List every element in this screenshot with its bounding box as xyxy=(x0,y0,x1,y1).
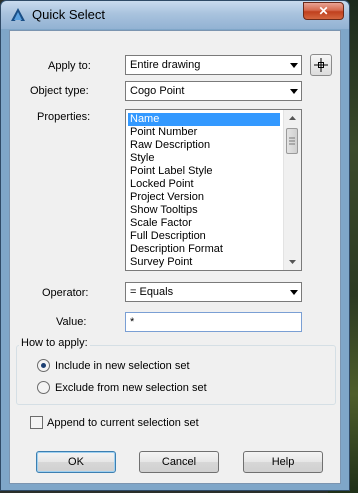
list-item[interactable]: Name xyxy=(128,113,280,126)
apply-to-dropdown[interactable]: Entire drawing xyxy=(125,55,302,75)
operator-label: Operator: xyxy=(42,287,89,299)
include-label[interactable]: Include in new selection set xyxy=(55,360,190,372)
list-item[interactable]: Show Tooltips xyxy=(128,204,198,217)
scroll-up-icon[interactable] xyxy=(284,110,301,126)
quick-select-dialog: Quick Select ✕ Apply to: Entire drawing … xyxy=(0,0,350,491)
list-item[interactable]: Full Description xyxy=(128,230,206,243)
list-item[interactable]: Description Format xyxy=(128,243,223,256)
exclude-radio[interactable] xyxy=(37,381,50,394)
chevron-down-icon xyxy=(290,63,298,68)
scroll-thumb[interactable] xyxy=(286,128,298,154)
operator-value: = Equals xyxy=(130,286,174,298)
grip-icon xyxy=(289,137,295,145)
radio-dot xyxy=(41,363,46,368)
list-item[interactable]: Raw Description xyxy=(128,139,210,152)
value-input[interactable]: * xyxy=(125,312,302,332)
properties-list[interactable]: Name Point Number Raw Description Style … xyxy=(125,109,302,271)
properties-label: Properties: xyxy=(37,111,91,123)
list-item[interactable]: Survey Point xyxy=(128,256,192,269)
list-item[interactable]: Point Number xyxy=(128,126,197,139)
properties-scrollbar[interactable] xyxy=(283,110,301,270)
append-checkbox[interactable] xyxy=(30,416,43,429)
list-item[interactable]: Locked Point xyxy=(128,178,194,191)
scroll-down-icon[interactable] xyxy=(284,254,301,270)
how-to-apply-group xyxy=(16,345,336,405)
exclude-label[interactable]: Exclude from new selection set xyxy=(55,382,207,394)
chevron-down-icon xyxy=(290,290,298,295)
apply-to-label: Apply to: xyxy=(48,60,91,72)
how-to-apply-title: How to apply: xyxy=(19,337,90,349)
help-button[interactable]: Help xyxy=(243,451,323,473)
select-objects-button[interactable] xyxy=(310,54,332,76)
object-type-value: Cogo Point xyxy=(130,85,185,97)
list-item[interactable]: Scale Factor xyxy=(128,217,192,230)
crosshair-select-icon xyxy=(314,58,328,72)
autocad-logo-icon xyxy=(11,8,25,21)
cancel-button[interactable]: Cancel xyxy=(139,451,219,473)
dialog-body: Apply to: Entire drawing Object type: Co… xyxy=(9,30,341,484)
ok-button[interactable]: OK xyxy=(36,451,116,473)
title-bar: Quick Select ✕ xyxy=(1,1,349,29)
value-text: * xyxy=(130,316,135,328)
object-type-label: Object type: xyxy=(30,85,89,97)
value-label: Value: xyxy=(56,316,87,328)
list-item[interactable]: Point Label Style xyxy=(128,165,213,178)
object-type-dropdown[interactable]: Cogo Point xyxy=(125,81,302,101)
chevron-down-icon xyxy=(290,89,298,94)
apply-to-value: Entire drawing xyxy=(130,59,201,71)
append-label[interactable]: Append to current selection set xyxy=(47,417,199,429)
close-button[interactable]: ✕ xyxy=(303,2,344,20)
close-icon: ✕ xyxy=(318,4,329,18)
list-item[interactable]: Project Version xyxy=(128,191,204,204)
include-radio[interactable] xyxy=(37,359,50,372)
window-title: Quick Select xyxy=(32,7,105,22)
operator-dropdown[interactable]: = Equals xyxy=(125,282,302,302)
list-item[interactable]: Style xyxy=(128,152,154,165)
